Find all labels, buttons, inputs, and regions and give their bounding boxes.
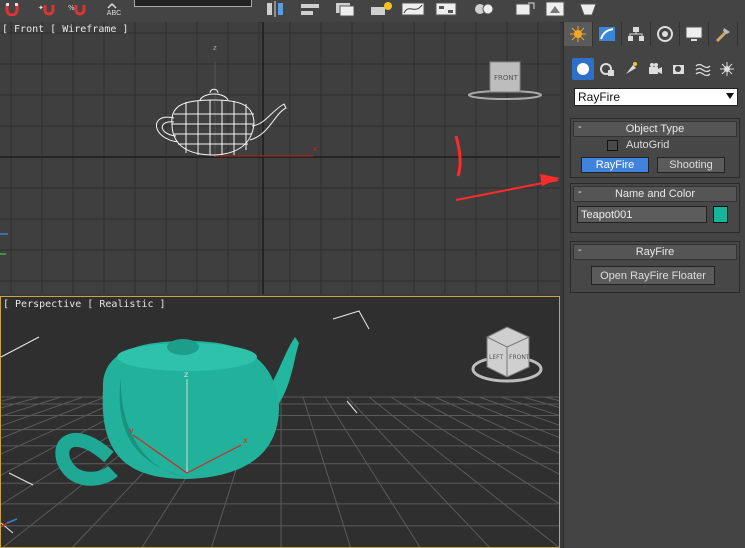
spacewarps-subtab[interactable] <box>692 58 714 80</box>
front-viewcube-label: FRONT <box>494 74 519 82</box>
render-setup-icon[interactable] <box>512 0 538 18</box>
object-type-rollout: - Object Type AutoGrid RayFire Shooting <box>570 118 740 178</box>
named-selection-field[interactable] <box>134 0 252 7</box>
annotation-one <box>454 135 560 201</box>
front-viewcube[interactable]: FRONT <box>468 61 542 100</box>
create-subcategories <box>572 58 738 80</box>
object-type-header[interactable]: - Object Type <box>573 121 737 137</box>
chevron-down-icon <box>726 93 734 99</box>
align-icon[interactable] <box>296 0 324 18</box>
rayfire-rollout: - RayFire Open RayFire Floater <box>570 241 740 293</box>
curve-editor-icon[interactable] <box>398 0 428 18</box>
modify-tab[interactable] <box>593 22 622 46</box>
perspective-viewport[interactable]: z x y LEFT FRONT [ Perspective [ Realist… <box>0 296 560 548</box>
svg-text:✦: ✦ <box>38 4 44 12</box>
front-axis-z: z <box>213 44 217 52</box>
utilities-icon <box>715 28 730 42</box>
percent-snap-icon[interactable]: % <box>66 0 92 18</box>
spinner-snap-icon[interactable]: ABC <box>102 0 126 18</box>
teapot-shaded[interactable] <box>55 337 299 486</box>
front-axis-x: x <box>313 145 317 153</box>
snap-toggle-icon[interactable] <box>2 0 24 18</box>
rayfire-rollout-title: RayFire <box>635 246 675 258</box>
spacewarps-icon <box>695 63 711 77</box>
collapse-icon: - <box>578 244 582 256</box>
autogrid-label: AutoGrid <box>626 139 670 151</box>
persp-viewcube-front: FRONT <box>509 354 530 361</box>
autogrid-row: AutoGrid <box>607 139 669 151</box>
shapes-subtab[interactable] <box>596 58 618 80</box>
helpers-subtab[interactable] <box>668 58 690 80</box>
geometry-icon <box>577 63 589 75</box>
lights-subtab[interactable] <box>620 58 642 80</box>
utilities-tab[interactable] <box>709 22 738 46</box>
persp-axis-z: z <box>184 370 188 379</box>
angle-snap-icon[interactable]: ✦ <box>36 0 62 18</box>
create-tab[interactable] <box>564 22 593 46</box>
rayfire-rollout-header[interactable]: - RayFire <box>573 244 737 260</box>
name-and-color-header[interactable]: - Name and Color <box>573 186 737 202</box>
display-tab[interactable] <box>680 22 709 46</box>
perspective-scene: z x y LEFT FRONT <box>1 310 559 547</box>
systems-subtab[interactable] <box>716 58 738 80</box>
motion-tab[interactable] <box>651 22 680 46</box>
persp-axis-x: x <box>243 436 248 445</box>
abc-label: ABC <box>106 9 122 17</box>
category-dropdown-value: RayFire <box>578 90 621 104</box>
perspective-viewport-label[interactable]: [ Perspective [ Realistic ] <box>3 299 166 310</box>
svg-text:%: % <box>68 4 75 12</box>
helpers-icon <box>673 65 684 74</box>
mirror-icon[interactable] <box>262 0 288 18</box>
material-editor-icon[interactable] <box>470 0 498 18</box>
systems-icon <box>720 62 734 76</box>
object-name-value: Teapot001 <box>581 208 633 221</box>
shapes-icon <box>600 63 614 76</box>
teapot-wireframe[interactable] <box>156 88 287 156</box>
persp-axis-y: y <box>129 426 134 435</box>
main-toolbar: ✦ % ABC <box>0 0 745 23</box>
command-panel-tabs <box>564 22 745 46</box>
schematic-view-icon[interactable] <box>432 0 460 18</box>
layer-manager-icon[interactable] <box>332 0 358 18</box>
render-frame-icon[interactable] <box>540 0 570 18</box>
persp-viewcube-left: LEFT <box>489 354 503 361</box>
render-production-icon[interactable] <box>574 0 602 18</box>
graphite-tools-icon[interactable] <box>368 0 394 18</box>
category-dropdown[interactable]: RayFire <box>574 88 738 106</box>
front-viewport-label[interactable]: [ Front [ Wireframe ] <box>2 24 128 35</box>
persp-tripod-blue <box>6 518 18 524</box>
cameras-subtab[interactable] <box>644 58 666 80</box>
open-rayfire-floater-button[interactable]: Open RayFire Floater <box>591 266 715 285</box>
rayfire-object-button[interactable]: RayFire <box>581 157 649 173</box>
name-and-color-title: Name and Color <box>614 188 696 200</box>
autogrid-checkbox[interactable] <box>607 139 618 151</box>
object-type-title: Object Type <box>625 123 685 135</box>
motion-icon <box>657 26 673 42</box>
perspective-viewcube[interactable]: LEFT FRONT <box>471 326 543 383</box>
object-color-swatch[interactable] <box>713 206 728 223</box>
lights-icon <box>626 62 637 74</box>
hierarchy-icon <box>628 27 644 41</box>
cameras-icon <box>649 63 662 74</box>
name-and-color-rollout: - Name and Color Teapot001 <box>570 183 740 233</box>
display-icon <box>685 26 703 41</box>
hierarchy-tab[interactable] <box>622 22 651 46</box>
object-name-field[interactable]: Teapot001 <box>577 206 707 223</box>
shooting-object-button[interactable]: Shooting <box>657 157 725 173</box>
command-panel: RayFire - Object Type AutoGrid RayFire S… <box>563 22 745 548</box>
collapse-icon: - <box>578 121 582 133</box>
geometry-subtab[interactable] <box>572 58 594 80</box>
collapse-icon: - <box>578 186 582 198</box>
create-icon <box>570 26 586 42</box>
modify-icon <box>599 27 615 41</box>
